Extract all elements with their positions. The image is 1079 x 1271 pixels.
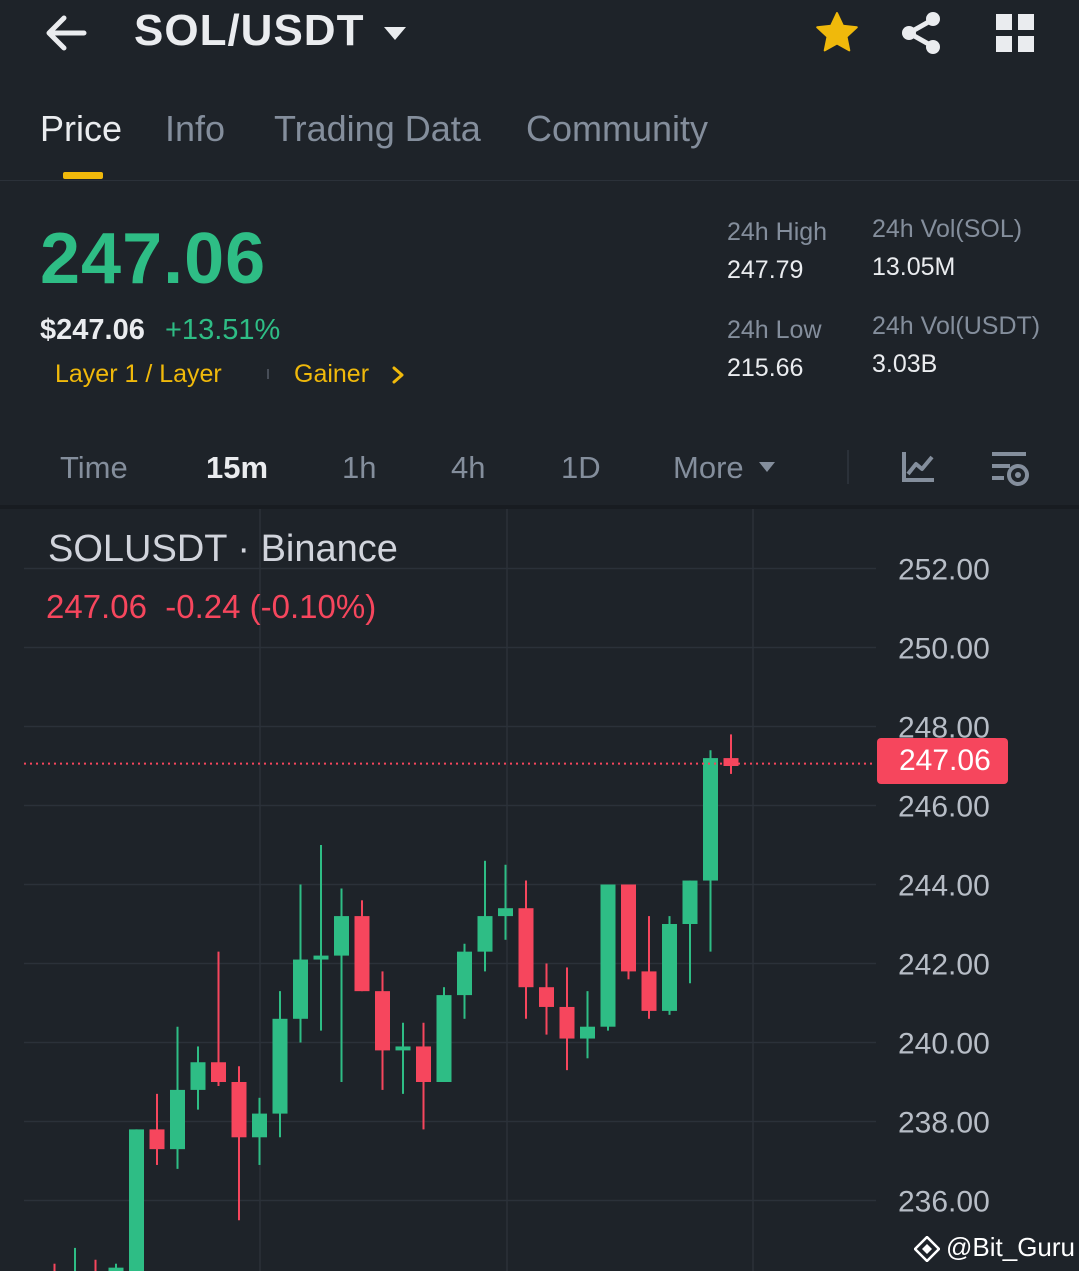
category-tag[interactable]: Layer 1 / Layer	[55, 360, 222, 389]
indicator-icon[interactable]	[900, 450, 936, 484]
low-label: 24h Low	[727, 316, 822, 344]
candle-up	[436, 995, 452, 1082]
y-tick-label: 238.00	[898, 1107, 990, 1140]
y-tick-label: 242.00	[898, 949, 990, 982]
high-label: 24h High	[727, 218, 828, 246]
candle-up	[477, 916, 493, 952]
tab-community[interactable]: Community	[526, 108, 708, 150]
watermark-text: @Bit_Guru	[946, 1232, 1075, 1262]
candle-up	[334, 916, 349, 956]
more-caret-icon[interactable]	[757, 460, 777, 474]
y-tick-label: 250.00	[898, 633, 990, 666]
y-tick-label: 252.00	[898, 554, 990, 587]
candle-up	[313, 955, 329, 960]
candle-down	[211, 1062, 226, 1082]
tab-trading-data[interactable]: Trading Data	[274, 108, 481, 150]
candle-down	[375, 991, 390, 1051]
timeframe-time[interactable]: Time	[60, 450, 128, 486]
candle-down	[723, 758, 739, 766]
candle-down	[621, 884, 636, 972]
watermark: @Bit_Guru	[914, 1232, 1075, 1264]
timeframe-1h[interactable]: 1h	[342, 450, 376, 486]
vol-base-label: 24h Vol(SOL)	[872, 215, 1023, 243]
pair-title[interactable]: SOL/USDT	[134, 6, 364, 56]
timeframe-4h[interactable]: 4h	[451, 450, 485, 486]
toolbar-divider	[847, 450, 849, 484]
gainer-tag[interactable]: Gainer	[294, 360, 369, 389]
timeframe-more[interactable]: More	[673, 450, 744, 486]
candle-down	[518, 908, 534, 988]
timeframe-15m[interactable]: 15m	[206, 450, 268, 486]
vol-base-value: 13.05M	[872, 253, 956, 281]
candle-down	[539, 987, 554, 1007]
candle-up	[682, 880, 698, 924]
candle-up	[129, 1129, 144, 1271]
y-tick-label: 246.00	[898, 791, 990, 824]
y-tick-label: 240.00	[898, 1028, 990, 1061]
grid-icon[interactable]	[994, 12, 1036, 54]
candle-up	[703, 758, 718, 881]
candle-up	[170, 1089, 185, 1150]
high-value: 247.79	[727, 256, 804, 284]
current-price-label: 247.06	[899, 744, 991, 777]
binance-logo-icon	[914, 1236, 940, 1262]
candle-up	[662, 924, 677, 1011]
candle-down	[559, 1006, 575, 1039]
chart-settings-icon[interactable]	[990, 448, 1030, 488]
y-tick-label: 236.00	[898, 1186, 990, 1219]
tab-info[interactable]: Info	[165, 108, 225, 150]
back-arrow-icon[interactable]	[40, 10, 92, 56]
tab-price[interactable]: Price	[40, 108, 122, 150]
top-bar: SOL/USDT	[0, 0, 1079, 72]
caret-down-icon[interactable]	[382, 24, 408, 42]
chart-ohlc-readout: 247.06 -0.24 (-0.10%)	[46, 588, 377, 625]
candle-up	[108, 1267, 124, 1271]
tab-bar: Price Info Trading Data Community	[0, 96, 1079, 181]
candle-up	[252, 1113, 267, 1138]
last-price: 247.06	[40, 219, 267, 299]
candle-down	[149, 1129, 165, 1150]
tag-divider	[267, 369, 269, 379]
candle-up	[600, 884, 616, 1027]
chart-symbol-title: SOLUSDT · Binance	[48, 528, 398, 570]
y-tick-label: 244.00	[898, 870, 990, 903]
candle-up	[457, 951, 472, 996]
low-value: 215.66	[727, 354, 804, 382]
candle-up	[190, 1062, 206, 1090]
candle-down	[231, 1082, 247, 1138]
candle-up	[272, 1018, 288, 1114]
star-icon[interactable]	[814, 10, 860, 56]
candle-up	[498, 908, 513, 917]
candle-down	[416, 1046, 431, 1082]
vol-quote-label: 24h Vol(USDT)	[872, 312, 1041, 340]
chevron-right-icon[interactable]	[388, 364, 408, 386]
vol-quote-value: 3.03B	[872, 350, 938, 378]
usd-price: $247.06	[40, 314, 145, 346]
timeframe-1d[interactable]: 1D	[561, 450, 601, 486]
share-icon[interactable]	[898, 10, 944, 56]
active-tab-indicator	[63, 172, 103, 179]
candle-up	[580, 1026, 595, 1039]
candle-up	[395, 1046, 411, 1051]
candle-down	[641, 971, 657, 1011]
candle-down	[354, 916, 370, 992]
change-percent: +13.51%	[165, 314, 281, 346]
candle-up	[293, 959, 308, 1019]
